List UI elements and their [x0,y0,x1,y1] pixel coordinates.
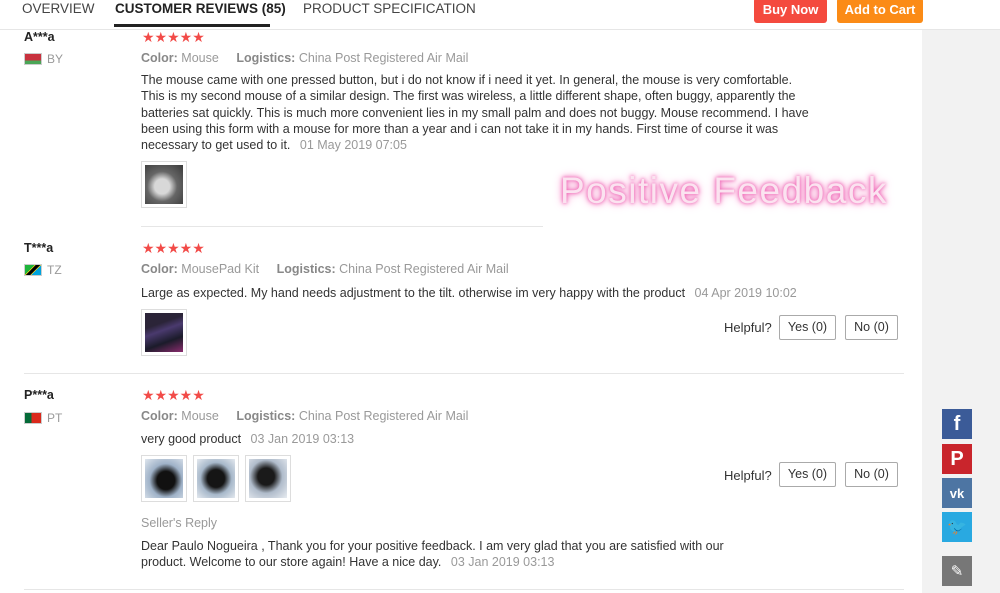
star-rating: ★★★★★ [142,29,205,45]
review-photo-thumbnail[interactable] [141,161,187,208]
country-code: TZ [47,263,62,277]
portugal-flag-icon [24,412,42,424]
review-divider [24,589,904,590]
review-text: The mouse came with one pressed button, … [141,72,811,153]
pinterest-share-button[interactable]: P [942,444,972,474]
star-rating: ★★★★★ [142,387,205,403]
product-reviews-page: OVERVIEW CUSTOMER REVIEWS (85) PRODUCT S… [0,0,1000,593]
color-value: Mouse [181,51,219,65]
color-label: Color: [141,262,178,276]
reviewer-name: A***a [24,30,55,44]
reviewer-country: PT [24,411,62,425]
helpful-no-button[interactable]: No (0) [845,315,898,340]
facebook-share-button[interactable]: f [942,409,972,439]
review-date: 03 Jan 2019 03:13 [250,432,355,446]
seller-reply-label: Seller's Reply [141,516,218,530]
buy-now-button[interactable]: Buy Now [754,0,827,23]
review-photo-thumbnail[interactable] [193,455,239,502]
tab-customer-reviews[interactable]: CUSTOMER REVIEWS (85) [115,1,286,16]
vk-icon: vk [949,485,965,501]
helpful-label: Helpful? [724,468,772,483]
reviewer-name: T***a [24,241,54,255]
review-body: The mouse came with one pressed button, … [141,73,809,153]
color-value: Mouse [181,409,219,423]
positive-feedback-watermark: Positive Feedback [560,170,888,211]
tanzania-flag-icon [24,264,42,276]
review-photo-thumbnail[interactable] [141,309,187,356]
review-photo-thumbnail[interactable] [141,455,187,502]
pinterest-icon: P [950,447,964,470]
review-meta: Color: MousePad Kit Logistics: China Pos… [141,262,509,276]
review-meta: Color: Mouse Logistics: China Post Regis… [141,51,468,65]
country-code: BY [47,52,64,66]
logistics-value: China Post Registered Air Mail [339,262,509,276]
review-divider [141,226,543,227]
helpful-yes-button[interactable]: Yes (0) [779,462,836,487]
review-photo-thumbnail[interactable] [245,455,291,502]
add-to-cart-button[interactable]: Add to Cart [837,0,923,23]
active-tab-indicator [114,24,270,27]
helpful-no-button[interactable]: No (0) [845,462,898,487]
pencil-icon: ✎ [950,563,964,580]
edit-button[interactable]: ✎ [942,556,972,586]
review-meta: Color: Mouse Logistics: China Post Regis… [141,409,468,423]
seller-reply-body: Dear Paulo Nogueira , Thank you for your… [141,539,724,570]
facebook-icon: f [953,412,961,435]
review-body: Large as expected. My hand needs adjustm… [141,286,686,300]
belarus-flag-icon [24,53,42,65]
logistics-label: Logistics: [276,262,336,276]
tab-overview[interactable]: OVERVIEW [22,1,95,16]
reviewer-country: BY [24,52,63,66]
logistics-label: Logistics: [236,409,296,423]
seller-reply-text: Dear Paulo Nogueira , Thank you for your… [141,538,751,571]
country-code: PT [47,411,63,425]
reviewer-country: TZ [24,263,62,277]
product-tab-bar: OVERVIEW CUSTOMER REVIEWS (85) PRODUCT S… [0,0,1000,30]
logistics-value: China Post Registered Air Mail [298,51,469,65]
twitter-icon: 🐦 [947,519,967,536]
reviewer-name: P***a [24,388,54,402]
tab-product-specification[interactable]: PRODUCT SPECIFICATION [303,1,476,16]
logistics-label: Logistics: [236,51,296,65]
twitter-share-button[interactable]: 🐦 [942,512,972,542]
review-date: 04 Apr 2019 10:02 [694,286,797,300]
review-date: 01 May 2019 07:05 [299,138,407,153]
review-body: very good product [141,432,242,446]
helpful-label: Helpful? [724,320,772,335]
review-text: Large as expected. My hand needs adjustm… [141,285,861,301]
review-divider [24,373,904,374]
color-value: MousePad Kit [181,262,260,276]
color-label: Color: [141,51,178,65]
color-label: Color: [141,409,178,423]
logistics-value: China Post Registered Air Mail [298,409,469,423]
star-rating: ★★★★★ [142,240,205,256]
helpful-yes-button[interactable]: Yes (0) [779,315,836,340]
review-text: very good product 03 Jan 2019 03:13 [141,431,841,447]
right-gutter [922,30,1000,593]
seller-reply-date: 03 Jan 2019 03:13 [450,555,555,570]
vk-share-button[interactable]: vk [942,478,972,508]
